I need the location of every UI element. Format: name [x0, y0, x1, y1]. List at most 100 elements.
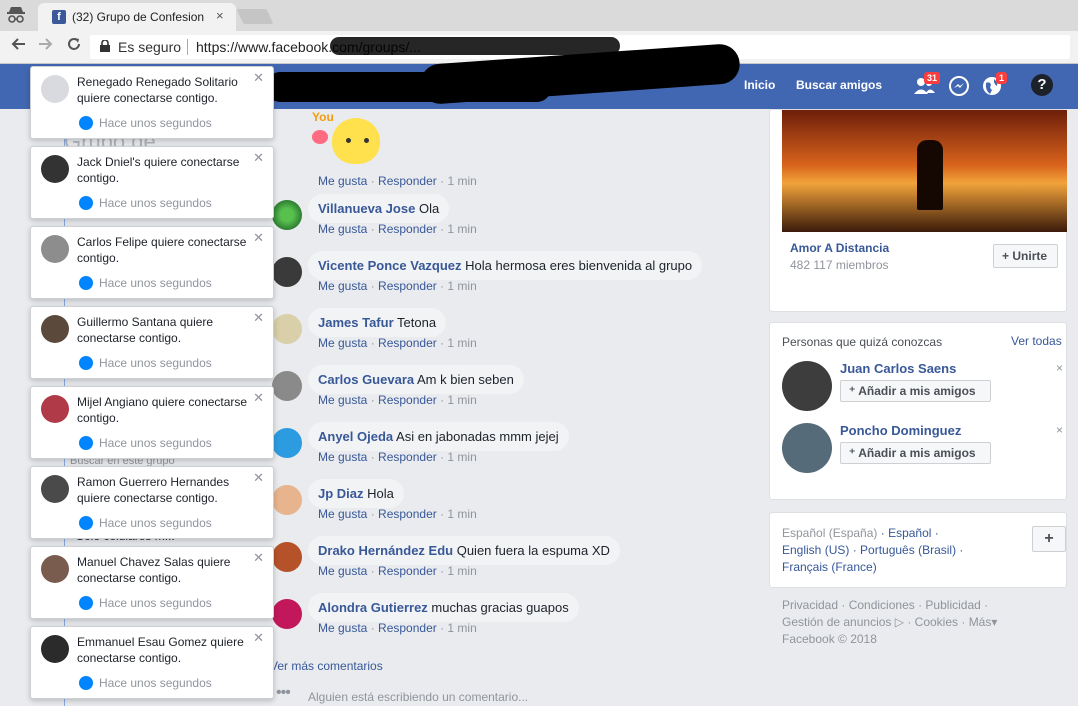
reply-link[interactable]: Responder	[378, 393, 437, 407]
close-icon[interactable]: ✕	[253, 550, 264, 566]
comment-time[interactable]: 1 min	[447, 393, 476, 407]
footer-link[interactable]: Publicidad	[925, 598, 980, 612]
reply-link[interactable]: Responder	[378, 450, 437, 464]
avatar[interactable]	[272, 371, 302, 401]
reply-link[interactable]: Responder	[378, 222, 437, 236]
notification-card[interactable]: Mijel Angiano quiere conectarse contigo.…	[30, 386, 274, 459]
like-link[interactable]: Me gusta	[318, 222, 367, 236]
add-friend-button[interactable]: ⁺ Añadir a mis amigos	[840, 442, 991, 464]
comment-time[interactable]: 1 min	[447, 336, 476, 350]
comment-text: Hola	[367, 486, 394, 501]
language-link[interactable]: Français (France)	[782, 560, 877, 574]
reply-link[interactable]: Responder	[378, 279, 437, 293]
comment-time[interactable]: 1 min	[447, 279, 476, 293]
notification-card[interactable]: Manuel Chavez Salas quiere conectarse co…	[30, 546, 274, 619]
like-link[interactable]: Me gusta	[318, 564, 367, 578]
footer-link[interactable]: Más	[969, 615, 992, 629]
person-name-link[interactable]: Poncho Dominguez	[840, 423, 961, 438]
comment-author[interactable]: Carlos Guevara	[318, 372, 414, 387]
comment-time[interactable]: 1 min	[447, 621, 476, 635]
add-language-button[interactable]: +	[1032, 526, 1066, 552]
new-tab-button[interactable]	[236, 9, 274, 24]
comment-author[interactable]: James Tafur	[318, 315, 394, 330]
notification-card[interactable]: Guillermo Santana quiere conectarse cont…	[30, 306, 274, 379]
language-link[interactable]: English (US)	[782, 543, 849, 557]
reply-link[interactable]: Responder	[378, 564, 437, 578]
avatar[interactable]	[272, 314, 302, 344]
language-link[interactable]: Español	[888, 526, 931, 540]
tab-close-icon[interactable]: ×	[216, 8, 224, 23]
avatar[interactable]	[272, 599, 302, 629]
friend-requests-icon[interactable]: 31	[912, 72, 941, 98]
reply-link[interactable]: Responder	[378, 507, 437, 521]
comment-text: muchas gracias guapos	[431, 600, 569, 615]
back-arrow-icon[interactable]	[10, 36, 26, 57]
comment-author[interactable]: Drako Hernández Edu	[318, 543, 453, 558]
add-friend-label: Añadir a mis amigos	[858, 446, 976, 460]
close-icon[interactable]: ✕	[253, 470, 264, 486]
notification-card[interactable]: Carlos Felipe quiere conectarse contigo.…	[30, 226, 274, 299]
comment-author[interactable]: Villanueva Jose	[318, 201, 415, 216]
language-link[interactable]: Português (Brasil)	[860, 543, 956, 557]
comment-author[interactable]: Vicente Ponce Vazquez	[318, 258, 462, 273]
help-icon[interactable]: ?	[1031, 74, 1055, 98]
close-icon[interactable]: ✕	[253, 70, 264, 86]
like-link[interactable]: Me gusta	[318, 393, 367, 407]
like-link[interactable]: Me gusta	[318, 279, 367, 293]
messenger-icon[interactable]	[947, 74, 971, 98]
close-icon[interactable]: ✕	[253, 390, 264, 406]
reply-link[interactable]: Responder	[378, 174, 437, 188]
comment-author[interactable]: Alondra Gutierrez	[318, 600, 428, 615]
notifications-globe-icon[interactable]: 1	[980, 72, 1008, 98]
notification-card[interactable]: Renegado Renegado Solitario quiere conec…	[30, 66, 274, 139]
avatar[interactable]	[272, 542, 302, 572]
avatar[interactable]	[272, 428, 302, 458]
comment-time[interactable]: 1 min	[447, 222, 476, 236]
notification-card[interactable]: Ramon Guerrero Hernandes quiere conectar…	[30, 466, 274, 539]
avatar[interactable]	[782, 423, 832, 473]
footer-link[interactable]: Cookies	[915, 615, 958, 629]
notification-time: Hace unos segundos	[99, 516, 212, 530]
footer-link[interactable]: Gestión de anuncios	[782, 615, 891, 629]
join-group-button[interactable]: + Unirte	[993, 244, 1058, 268]
nav-find-friends-link[interactable]: Buscar amigos	[796, 78, 882, 92]
reply-link[interactable]: Responder	[378, 336, 437, 350]
comment-time[interactable]: 1 min	[447, 450, 476, 464]
browser-tab-active[interactable]: f (32) Grupo de Confesion ×	[38, 3, 236, 31]
close-icon[interactable]: ✕	[253, 630, 264, 646]
like-link[interactable]: Me gusta	[318, 507, 367, 521]
comment-author[interactable]: Anyel Ojeda	[318, 429, 393, 444]
like-link[interactable]: Me gusta	[318, 621, 367, 635]
footer-link[interactable]: Privacidad	[782, 598, 838, 612]
more-comments-link[interactable]: Ver más comentarios	[270, 659, 383, 673]
forward-arrow-icon[interactable]	[38, 36, 54, 57]
avatar[interactable]	[272, 200, 302, 230]
typing-indicator: Alguien está escribiendo un comentario..…	[308, 690, 529, 704]
group-name-link[interactable]: Amor A Distancia	[790, 241, 889, 255]
comment-author[interactable]: Jp Diaz	[318, 486, 364, 501]
like-link[interactable]: Me gusta	[318, 450, 367, 464]
see-all-link[interactable]: Ver todas	[1011, 334, 1062, 348]
reply-link[interactable]: Responder	[378, 621, 437, 635]
close-icon[interactable]: ×	[1056, 361, 1063, 375]
reload-icon[interactable]	[66, 36, 82, 57]
group-cover-image[interactable]	[782, 110, 1067, 232]
close-icon[interactable]: ×	[1056, 423, 1063, 437]
notification-card[interactable]: Emmanuel Esau Gomez quiere conectarse co…	[30, 626, 274, 699]
avatar[interactable]	[272, 257, 302, 287]
avatar[interactable]	[782, 361, 832, 411]
comment-time[interactable]: 1 min	[447, 507, 476, 521]
footer-link[interactable]: Condiciones	[849, 598, 915, 612]
close-icon[interactable]: ✕	[253, 150, 264, 166]
comment-time[interactable]: 1 min	[447, 564, 476, 578]
notification-card[interactable]: Jack Dniel's quiere conectarse contigo. …	[30, 146, 274, 219]
avatar[interactable]	[272, 485, 302, 515]
person-name-link[interactable]: Juan Carlos Saens	[840, 361, 956, 376]
nav-home-link[interactable]: Inicio	[744, 78, 775, 92]
like-link[interactable]: Me gusta	[318, 174, 367, 188]
add-friend-button[interactable]: ⁺ Añadir a mis amigos	[840, 380, 991, 402]
comment-time[interactable]: 1 min	[447, 174, 476, 188]
close-icon[interactable]: ✕	[253, 310, 264, 326]
close-icon[interactable]: ✕	[253, 230, 264, 246]
like-link[interactable]: Me gusta	[318, 336, 367, 350]
